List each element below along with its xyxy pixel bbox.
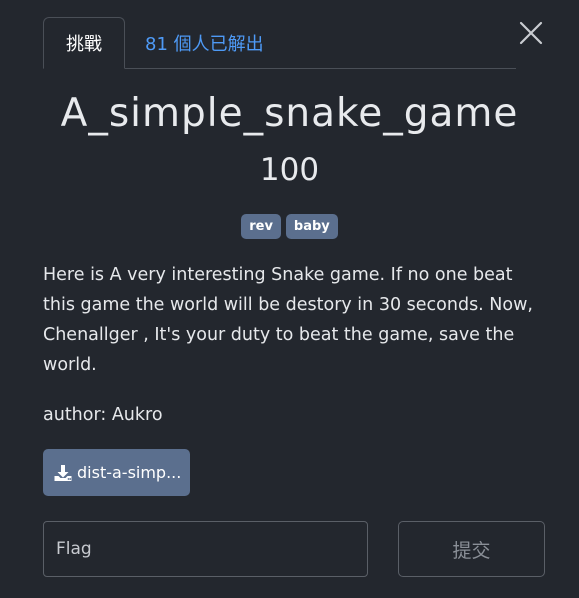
challenge-description: Here is A very interesting Snake game. I… bbox=[43, 265, 533, 375]
download-icon bbox=[53, 463, 73, 483]
challenge-title: A_simple_snake_game bbox=[60, 91, 519, 136]
tab-challenge[interactable]: 挑戰 bbox=[43, 17, 125, 69]
tag-baby: baby bbox=[285, 214, 338, 239]
submit-button[interactable]: 提交 bbox=[398, 521, 545, 577]
tab-solves[interactable]: 81 個人已解出 bbox=[135, 17, 285, 69]
file-download-label: dist-a-simp... bbox=[77, 463, 182, 482]
challenge-points: 100 bbox=[259, 152, 320, 188]
challenge-author: author: Aukro bbox=[43, 405, 163, 425]
tag-rev: rev bbox=[241, 214, 281, 239]
challenge-tabs: 挑戰 81 個人已解出 bbox=[43, 17, 516, 69]
flag-input[interactable] bbox=[43, 521, 368, 577]
close-icon bbox=[518, 20, 544, 46]
file-download-button[interactable]: dist-a-simp... bbox=[43, 449, 190, 496]
close-button[interactable] bbox=[518, 20, 544, 46]
challenge-tags: rev baby bbox=[0, 214, 579, 239]
challenge-modal: 挑戰 81 個人已解出 A_simple_snake_game 100 rev … bbox=[0, 0, 579, 598]
